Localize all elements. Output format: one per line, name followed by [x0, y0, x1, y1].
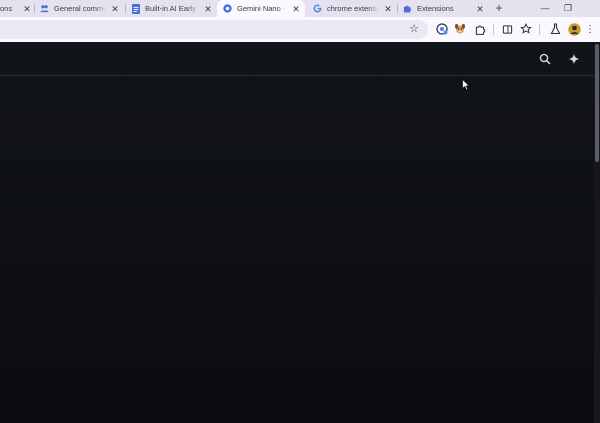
tab-divider — [125, 4, 126, 13]
tab-title: chrome extension — [327, 4, 379, 13]
address-bar[interactable]: ☆ — [0, 20, 428, 39]
page-scrollbar[interactable] — [594, 42, 600, 423]
tab-title: ons — [0, 4, 13, 13]
reading-list-icon[interactable] — [500, 22, 514, 36]
tab-gemini-nano[interactable]: Gemini Nano - Goo ✕ — [217, 0, 305, 17]
bookmark-star-icon[interactable]: ☆ — [408, 23, 420, 35]
close-icon[interactable]: ✕ — [22, 4, 32, 14]
tab-divider — [34, 4, 35, 13]
close-icon[interactable]: ✕ — [475, 4, 485, 14]
google-g-icon — [313, 4, 322, 13]
menu-dots-icon[interactable]: ⋮ — [585, 22, 595, 36]
tab-title: General comment — [54, 4, 106, 13]
close-icon[interactable]: ✕ — [110, 4, 120, 14]
close-icon[interactable]: ✕ — [383, 4, 393, 14]
chrome-circle-icon — [223, 4, 232, 13]
toolbar-divider — [493, 24, 494, 35]
puzzle-icon[interactable] — [473, 22, 487, 36]
mouse-cursor-icon — [462, 79, 471, 91]
dog-extension-icon[interactable] — [453, 22, 467, 36]
tab-title: Extensions — [417, 4, 454, 13]
tab-chrome-extension-search[interactable]: chrome extension ✕ — [313, 0, 393, 17]
tab-title: Gemini Nano - Goo — [237, 4, 287, 13]
page-header — [0, 42, 594, 76]
scrollbar-thumb[interactable] — [595, 44, 599, 162]
puzzle-icon — [403, 4, 412, 13]
maximize-button[interactable]: ❐ — [557, 0, 579, 17]
bookmarks-icon[interactable] — [519, 22, 533, 36]
doc-icon — [131, 3, 140, 14]
tab-extensions[interactable]: Extensions ✕ — [403, 0, 485, 17]
tab-title: Built-in AI Early Pre — [145, 4, 199, 13]
people-icon — [40, 4, 49, 13]
gemini-extension-icon[interactable] — [435, 22, 449, 36]
tab-divider — [397, 4, 398, 13]
close-icon[interactable]: ✕ — [291, 4, 301, 14]
sparkle-icon[interactable] — [567, 52, 581, 66]
profile-avatar-icon[interactable] — [567, 22, 581, 36]
tab-general-comment[interactable]: General comment ✕ — [40, 0, 120, 17]
labs-flask-icon[interactable] — [548, 22, 562, 36]
new-tab-button[interactable]: + — [492, 1, 506, 15]
browser-toolbar: ☆ ⋮ — [0, 17, 600, 42]
tab-built-in-ai[interactable]: Built-in AI Early Pre ✕ — [131, 0, 213, 17]
tab-strip: ons ✕ General comment ✕ Built-in AI Earl… — [0, 0, 600, 17]
close-icon[interactable]: ✕ — [203, 4, 213, 14]
toolbar-divider — [539, 24, 540, 35]
search-icon[interactable] — [538, 52, 552, 66]
minimize-button[interactable]: — — [534, 0, 556, 17]
tab-extensions-partial[interactable]: ons ✕ — [0, 0, 32, 17]
page-content — [0, 42, 600, 423]
